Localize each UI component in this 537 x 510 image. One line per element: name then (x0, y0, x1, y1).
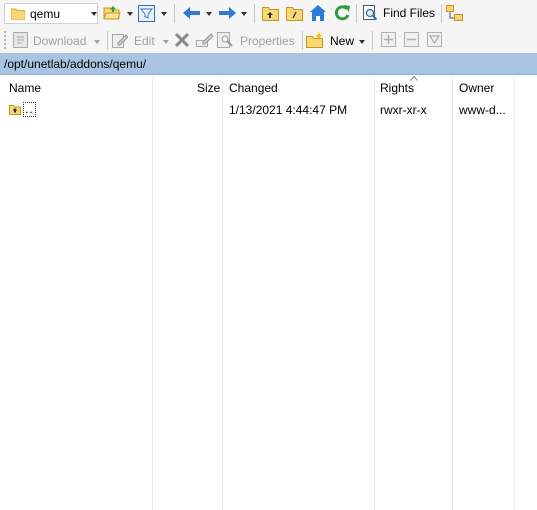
properties-icon (217, 32, 233, 48)
edit-icon (112, 34, 128, 48)
filter-icon[interactable] (138, 5, 155, 22)
path-bar[interactable]: /opt/unetlab/addons/qemu/ (0, 53, 537, 75)
toolbar-grip (4, 31, 12, 49)
sort-ascending-icon (410, 76, 418, 81)
row-changed: 1/13/2021 4:44:47 PM (229, 103, 348, 117)
column-divider[interactable] (222, 76, 223, 510)
edit-dropdown-arrow[interactable] (163, 40, 169, 44)
parent-directory-icon[interactable] (262, 5, 279, 21)
row-name: .. (23, 102, 36, 117)
forward-arrow-icon[interactable] (218, 6, 236, 20)
refresh-icon[interactable] (333, 4, 351, 22)
column-header-name[interactable]: Name (9, 81, 41, 95)
current-folder-label: qemu (30, 7, 61, 21)
properties-button[interactable]: Properties (217, 29, 299, 51)
download-label: Download (33, 34, 87, 48)
toolbar-separator (441, 4, 442, 23)
find-files-label: Find Files (383, 6, 436, 20)
folder-icon (11, 8, 25, 20)
row-owner: www-d... (459, 103, 506, 117)
filter-dropdown-arrow[interactable] (161, 12, 167, 16)
file-toolbar: Download Edit Properties New (0, 27, 537, 53)
column-header-size[interactable]: Size (197, 81, 220, 95)
column-divider[interactable] (152, 76, 153, 510)
current-path: /opt/unetlab/addons/qemu/ (4, 57, 147, 71)
add-icon[interactable] (381, 32, 396, 47)
column-divider[interactable] (514, 76, 515, 510)
file-list[interactable]: Name Size Changed Rights Owner .. 1/13/2… (0, 76, 537, 510)
properties-label: Properties (240, 34, 295, 48)
column-header-changed[interactable]: Changed (229, 81, 278, 95)
download-dropdown-arrow[interactable] (94, 40, 100, 44)
remove-icon[interactable] (404, 32, 419, 47)
toolbar-separator (107, 31, 108, 50)
forward-dropdown-arrow[interactable] (241, 12, 247, 16)
find-files-button[interactable]: Find Files (360, 3, 437, 24)
toolbar-separator (372, 31, 373, 50)
edit-label: Edit (134, 34, 155, 48)
rename-icon[interactable] (196, 32, 213, 48)
directory-dropdown-arrow[interactable] (91, 12, 97, 16)
new-icon (306, 32, 323, 48)
open-dropdown-arrow[interactable] (127, 12, 133, 16)
new-dropdown-arrow[interactable] (359, 40, 365, 44)
new-label: New (330, 34, 355, 48)
main-toolbar: qemu Find Files (0, 0, 537, 27)
edit-button[interactable]: Edit (112, 29, 169, 51)
toolbar-separator (174, 4, 175, 23)
find-files-icon (363, 5, 378, 21)
filter-mask-icon[interactable] (427, 32, 442, 47)
home-icon[interactable] (309, 4, 327, 22)
directory-combo[interactable]: qemu (4, 3, 98, 24)
column-header-rights[interactable]: Rights (380, 81, 414, 95)
row-rights: rwxr-xr-x (380, 103, 427, 117)
download-icon (13, 32, 28, 48)
open-folder-icon[interactable] (103, 5, 121, 21)
column-header-owner[interactable]: Owner (459, 81, 494, 95)
download-button[interactable]: Download (13, 29, 103, 51)
back-arrow-icon[interactable] (183, 6, 201, 20)
column-divider[interactable] (374, 76, 375, 510)
table-row[interactable]: .. 1/13/2021 4:44:47 PM rwxr-xr-x www-d.… (0, 100, 514, 119)
parent-folder-row-icon (9, 105, 21, 115)
new-button[interactable]: New (306, 29, 368, 51)
back-dropdown-arrow[interactable] (206, 12, 212, 16)
toolbar-separator (254, 4, 255, 23)
delete-icon[interactable] (175, 33, 189, 47)
toolbar-separator (302, 31, 303, 50)
toolbar-separator (356, 4, 357, 23)
column-divider[interactable] (452, 76, 453, 510)
tree-icon[interactable] (446, 5, 464, 22)
root-directory-icon[interactable] (286, 5, 303, 21)
